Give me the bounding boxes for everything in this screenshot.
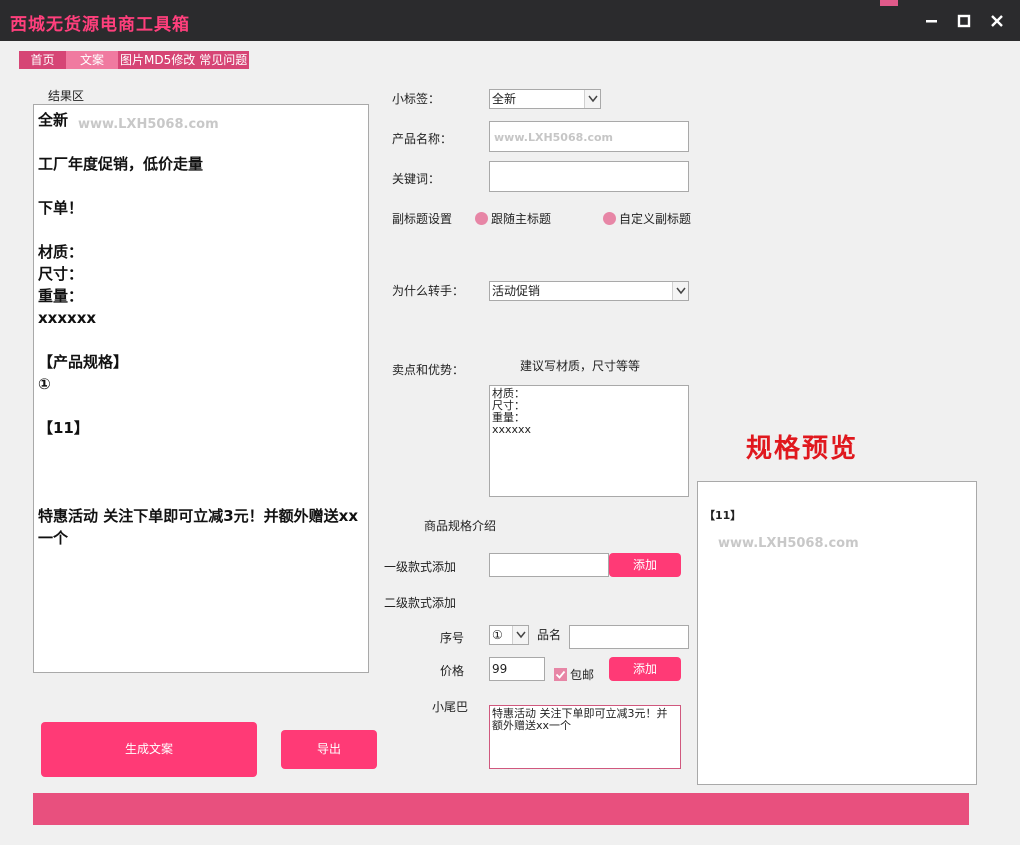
minimize-icon [926,20,937,23]
level2-label: 二级款式添加 [384,596,457,610]
result-line: 尺寸： [38,265,84,283]
radio-custom-label: 自定义副标题 [619,212,692,226]
tab-home[interactable]: 首页 [19,51,66,69]
window-title: 西城无货源电商工具箱 [10,15,190,35]
minimize-button[interactable] [920,9,944,33]
tag-select[interactable]: 全新 [489,89,601,109]
tail-textarea[interactable]: 特惠活动 关注下单即可立减3元！并额外赠送xx一个 [489,705,681,769]
selling-label: 卖点和优势： [392,363,465,377]
radio-follow-title[interactable]: 跟随主标题 [475,210,551,227]
free-shipping-checkbox[interactable]: 包邮 [554,666,594,683]
close-button[interactable] [985,9,1009,33]
level1-input[interactable] [489,553,609,577]
tab-copywriting[interactable]: 文案 [66,51,118,69]
spec-intro-label: 商品规格介绍 [424,519,497,533]
item-name-input[interactable] [569,625,689,649]
keyword-label: 关键词： [392,172,441,186]
result-line: 重量： [38,287,84,305]
tail-label: 小尾巴 [432,700,469,714]
keyword-input[interactable] [489,161,689,192]
result-label: 结果区 [48,89,85,103]
result-area[interactable]: 全新 工厂年度促销，低价走量 下单！ 材质： 尺寸： 重量： xxxxxx 【产… [33,104,369,673]
result-tail: 特惠活动 关注下单即可立减3元！并额外赠送xx一个 [38,507,359,547]
preview-area[interactable]: 【11】 www.LXH5068.com [697,481,977,785]
export-button[interactable]: 导出 [281,730,377,769]
product-name-input[interactable]: www.LXH5068.com [489,121,689,152]
result-line: 【产品规格】 [38,353,129,371]
check-icon [555,670,566,679]
free-shipping-label: 包邮 [570,668,595,682]
checkbox-box [554,668,567,681]
watermark: www.LXH5068.com [718,536,859,551]
result-line [38,329,364,351]
close-icon [991,15,1003,27]
radio-dot [475,212,488,225]
seq-select[interactable]: ① [489,625,529,645]
chevron-down-icon [516,631,526,639]
tab-image-md5[interactable]: 图片MD5修改 [118,51,197,69]
tag-select-value: 全新 [492,92,517,106]
watermark: www.LXH5068.com [78,117,219,132]
selling-points-textarea[interactable]: 材质： 尺寸： 重量： xxxxxx [489,385,689,497]
seq-label: 序号 [440,631,465,645]
reason-select-value: 活动促销 [492,284,541,298]
reason-select[interactable]: 活动促销 [489,281,689,301]
selling-hint: 建议写材质，尺寸等等 [520,359,641,373]
title-decoration [880,0,898,6]
tab-faq[interactable]: 常见问题 [197,51,249,69]
price-label: 价格 [440,664,465,678]
preview-title: 规格预览 [746,434,859,464]
result-line [38,219,364,241]
result-line: 工厂年度促销，低价走量 [38,155,204,173]
preview-content: 【11】 [704,509,742,522]
radio-custom-subtitle[interactable]: 自定义副标题 [603,210,691,227]
tab-bar: 首页 文案 图片MD5修改 常见问题 [19,51,250,69]
result-line [38,439,364,461]
result-line [38,461,364,483]
title-bar: 西城无货源电商工具箱 [0,0,1020,41]
result-line [38,131,364,153]
chevron-down-icon [588,95,598,103]
result-line [38,483,364,505]
radio-dot [603,212,616,225]
reason-label: 为什么转手： [392,284,465,298]
item-name-label: 品名 [537,628,562,642]
level1-label: 一级款式添加 [384,560,457,574]
product-name-label: 产品名称： [392,132,453,146]
radio-follow-label: 跟随主标题 [491,212,552,226]
add-level2-button[interactable]: 添加 [609,657,681,681]
subtitle-label: 副标题设置 [392,212,453,226]
result-line: 下单！ [38,199,84,217]
add-level1-button[interactable]: 添加 [609,553,681,577]
tag-label: 小标签： [392,92,441,106]
result-line: 材质： [38,243,84,261]
result-line: 【11】 [38,419,89,437]
result-line: xxxxxx [38,309,97,327]
seq-select-value: ① [492,628,503,642]
result-line [38,175,364,197]
status-bar [33,793,969,825]
maximize-button[interactable] [952,9,976,33]
generate-copy-button[interactable]: 生成文案 [41,722,257,777]
chevron-down-icon [676,287,686,295]
price-input[interactable]: 99 [489,657,545,681]
result-line [38,395,364,417]
result-line: ① [38,375,51,393]
maximize-icon [957,14,971,28]
